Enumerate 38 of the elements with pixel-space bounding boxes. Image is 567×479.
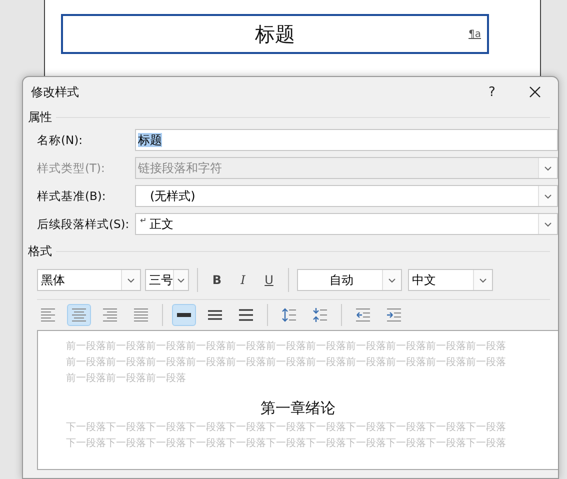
preview-text: 下一段落下一段落下一段落下一段落下一段落下一段落下一段落下一段落下一段落下一段落下一段落 — [66, 420, 507, 435]
section-label: 属性 — [28, 108, 52, 126]
justify-icon — [133, 307, 149, 323]
help-button[interactable]: ? — [472, 78, 512, 106]
preview-heading: 第一章绪论 — [260, 399, 336, 418]
dropdown[interactable]: ↵ 正文 — [135, 213, 558, 235]
align-center-icon — [71, 307, 87, 323]
space-before-increase-icon — [281, 307, 297, 323]
bold-button[interactable]: B — [206, 269, 228, 291]
section-label: 格式 — [28, 242, 52, 260]
spacing-double-icon — [238, 307, 254, 323]
dropdown[interactable]: (无样式) — [135, 185, 558, 207]
dropdown[interactable]: 黑体 — [37, 269, 141, 291]
preview-text: 下一段落下一段落下一段落下一段落下一段落下一段落下一段落下一段落下一段落下一段落下一段落 — [66, 436, 507, 451]
align-center-button[interactable] — [67, 304, 91, 326]
underline-button[interactable]: U — [258, 269, 280, 291]
preview-text: 前一段落前一段落前一段落前一段落前一段落前一段落前一段落前一段落前一段落前一段落前一段落 — [66, 356, 507, 370]
dropdown[interactable]: 中文 — [408, 269, 493, 291]
field-label: 后续段落样式(S): — [37, 216, 130, 232]
input-field[interactable]: 标题 — [135, 129, 558, 151]
close-icon — [529, 86, 541, 98]
field-label: 样式类型(T): — [37, 160, 106, 176]
dialog-title: 修改样式 — [31, 84, 80, 100]
space-before-decrease-icon — [312, 307, 328, 323]
spacing-single-button[interactable] — [172, 304, 196, 326]
field-label: 样式基准(B): — [37, 188, 107, 204]
align-left-icon — [40, 307, 56, 323]
align-right-icon — [102, 307, 118, 323]
preview-text: 前一段落前一段落前一段落前一段落前一段落前一段落前一段落前一段落前一段落前一段落前一段落 — [66, 340, 507, 354]
preview-text: 前一段落前一段落前一段落 — [66, 372, 187, 386]
dropdown[interactable]: 三号 — [145, 269, 189, 291]
paragraph-mark: ¶a — [468, 28, 481, 40]
dropdown[interactable]: 自动 — [297, 269, 402, 291]
style-entry[interactable]: 标题 ¶a — [61, 14, 489, 54]
indent-decrease-icon — [355, 307, 371, 323]
field-label: 名称(N): — [37, 132, 84, 148]
indent-increase-icon — [386, 307, 402, 323]
italic-button[interactable]: I — [232, 269, 254, 291]
